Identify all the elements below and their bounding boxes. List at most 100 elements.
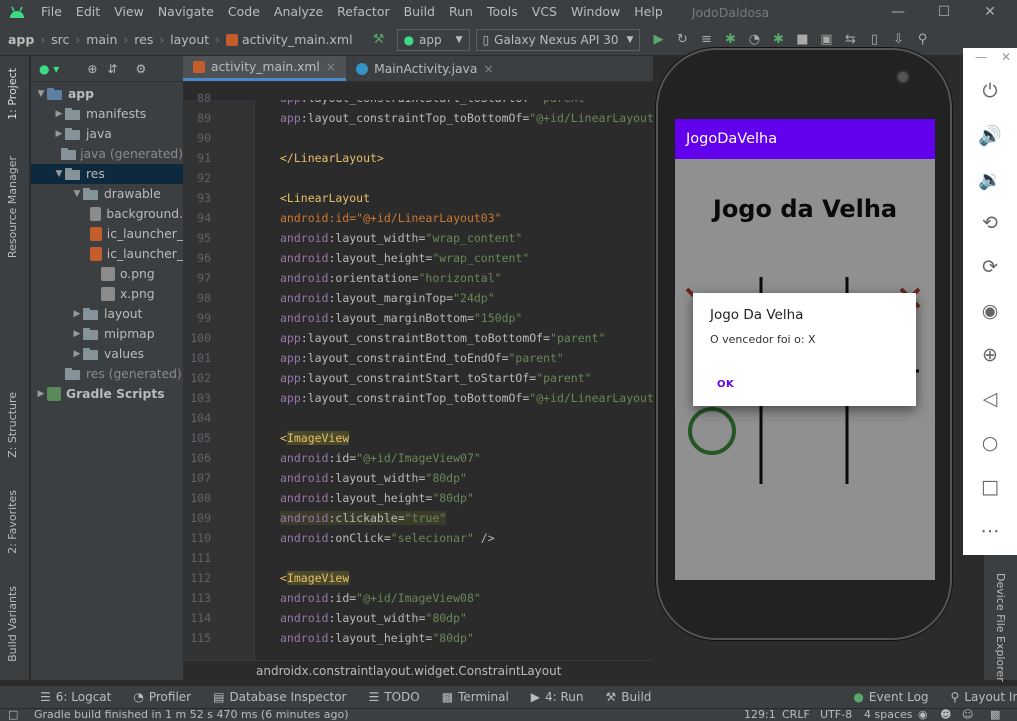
close-tab-icon[interactable]: × [326,60,336,74]
tree-item[interactable]: ▶ java [31,124,183,144]
tree-item[interactable]: ▶ manifests [31,104,183,124]
chevron-right-icon[interactable]: ▶ [71,349,83,359]
code-editor[interactable]: app:layout_constraintStart_toStartOf="pa… [256,100,653,660]
tree-item[interactable]: java (generated) [31,144,183,164]
menu-navigate[interactable]: Navigate [151,0,221,24]
tab-activity-main[interactable]: activity_main.xml × [183,56,347,81]
editor-path[interactable]: androidx.constraintlayout.widget.Constra… [256,664,561,678]
tree-item[interactable]: ▶ mipmap [31,324,183,344]
chevron-down-icon[interactable]: ▼ [35,89,47,99]
menu-window[interactable]: Window [564,0,627,24]
menu-tools[interactable]: Tools [480,0,525,24]
caret-position[interactable]: 129:1 [744,708,776,721]
tab-resource-manager[interactable]: Resource Manager [6,156,19,258]
rotate-right-icon[interactable]: ⟳ [977,254,1003,280]
rotate-left-icon[interactable]: ⟲ [977,210,1003,236]
chevron-right-icon[interactable]: ▶ [71,329,83,339]
breadcrumb-layout[interactable]: layout [170,32,209,47]
menu-view[interactable]: View [107,0,151,24]
tree-item[interactable]: o.png [31,264,183,284]
lock-icon[interactable]: ◉ [918,708,928,721]
menu-run[interactable]: Run [442,0,480,24]
tab-device-file-explorer[interactable]: Device File Explorer [994,573,1007,682]
chevron-down-icon[interactable]: ▼ [71,189,83,199]
chevron-right-icon[interactable]: ▶ [71,309,83,319]
minimize-icon[interactable]: — [875,0,921,24]
zoom-icon[interactable]: ⊕ [977,342,1003,368]
tree-item[interactable]: ▼ app [31,84,183,104]
tab-structure[interactable]: Z: Structure [6,392,19,458]
menu-analyze[interactable]: Analyze [267,0,330,24]
more-icon[interactable]: ⋯ [977,518,1003,544]
tool-terminal[interactable]: ▩ Terminal [442,690,509,704]
smile-icon[interactable]: ☺ [962,708,973,721]
power-icon[interactable]: ⏻ [977,78,1003,104]
device-select[interactable]: ▯ Galaxy Nexus API 30 ▼ [475,28,641,51]
run-config-select[interactable]: ● app ▼ [396,28,470,51]
breadcrumb-file[interactable]: activity_main.xml [242,32,353,47]
tool-logcat[interactable]: ☰ 6: Logcat [40,690,111,704]
tool-layout-inspector[interactable]: ⚲ Layout Inspector [951,690,1017,704]
chevron-down-icon[interactable]: ▼ [53,169,65,179]
back-icon[interactable]: ◁ [977,386,1003,412]
chevron-right-icon[interactable]: ▶ [53,129,65,139]
rerun-icon[interactable]: ↻ [670,28,694,52]
tree-item[interactable]: background. [31,204,183,224]
tool-event-log[interactable]: ● Event Log [853,690,928,704]
tree-item[interactable]: res (generated) [31,364,183,384]
emulator-screen[interactable]: JogoDaVelha Jogo da Velha Jogo Da Velha … [675,119,935,580]
chevron-right-icon[interactable]: ▶ [35,389,47,399]
search-icon[interactable]: ⚲ [910,28,934,52]
breadcrumb-src[interactable]: src [51,32,69,47]
tool-profiler[interactable]: ◔ Profiler [133,690,191,704]
hammer-icon[interactable]: ⚒ [367,28,391,52]
menu-file[interactable]: File [34,0,69,24]
menu-code[interactable]: Code [221,0,267,24]
run-icon[interactable]: ▶ [646,28,670,52]
tree-item[interactable]: ic_launcher_ [31,224,183,244]
breadcrumb-res[interactable]: res [134,32,153,47]
tool-build[interactable]: ⚒ Build [606,690,652,704]
target-icon[interactable]: ⊕ [87,62,97,76]
menu-build[interactable]: Build [397,0,442,24]
volume-down-icon[interactable]: 🔉 [977,166,1003,192]
overview-icon[interactable]: □ [977,474,1003,500]
maximize-icon[interactable]: ☐ [921,0,967,24]
breadcrumb-app[interactable]: app [8,32,34,47]
close-tab-icon[interactable]: × [483,62,493,76]
breadcrumb-main[interactable]: main [86,32,117,47]
chevron-right-icon[interactable]: ▶ [53,109,65,119]
close-icon[interactable]: ✕ [1001,50,1011,64]
menu-refactor[interactable]: Refactor [330,0,396,24]
tree-item[interactable]: ▶ layout [31,304,183,324]
notifications-icon[interactable]: ▩ [990,708,1000,721]
inspector-icon[interactable]: ☻ [940,708,951,721]
tool-todo[interactable]: ☰ TODO [368,690,419,704]
ok-button[interactable]: OK [717,379,734,390]
menu-help[interactable]: Help [627,0,670,24]
tree-item[interactable]: ▶ values [31,344,183,364]
menu-vcs[interactable]: VCS [525,0,564,24]
gear-icon[interactable]: ⚙ [135,62,146,76]
close-icon[interactable]: ✕ [967,0,1013,24]
tool-run[interactable]: ▶ 4: Run [531,690,584,704]
line-separator[interactable]: CRLF [782,708,810,721]
tab-main-activity[interactable]: MainActivity.java × [346,56,504,81]
indent-setting[interactable]: 4 spaces [864,708,913,721]
tree-item[interactable]: ▼ drawable [31,184,183,204]
tab-project[interactable]: 1: Project [6,68,19,120]
tree-item[interactable]: ▶ Gradle Scripts [31,384,183,404]
volume-up-icon[interactable]: 🔊 [977,122,1003,148]
tab-build-variants[interactable]: Build Variants [6,586,19,662]
tool-database-inspector[interactable]: ▤ Database Inspector [213,690,346,704]
minimize-icon[interactable]: — [975,50,987,64]
file-encoding[interactable]: UTF-8 [820,708,852,721]
collapse-icon[interactable]: ⇵ [107,62,117,76]
android-view-icon[interactable]: ● ▾ [39,62,59,76]
tree-item[interactable]: ic_launcher_ [31,244,183,264]
camera-icon[interactable]: ◉ [977,298,1003,324]
tree-item[interactable]: ▼ res [31,164,183,184]
tree-item[interactable]: x.png [31,284,183,304]
menu-edit[interactable]: Edit [69,0,107,24]
tab-favorites[interactable]: 2: Favorites [6,490,19,554]
